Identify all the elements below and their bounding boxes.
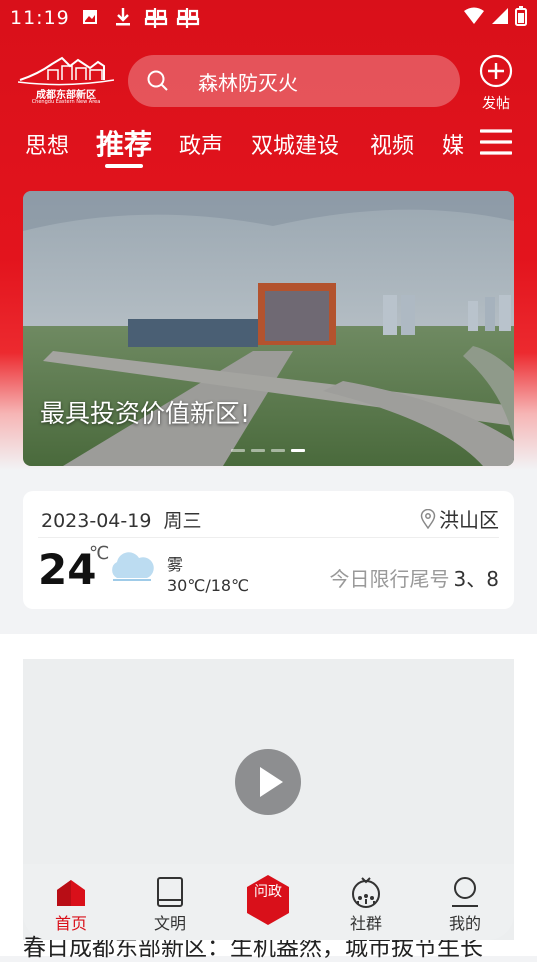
download-icon: [116, 8, 130, 26]
weather-date: 2023-04-19: [41, 510, 152, 532]
weather-temperature: 24: [38, 545, 97, 594]
wifi-icon: [464, 7, 484, 24]
battery-icon: [515, 6, 527, 26]
carousel-dot: [231, 449, 245, 452]
community-icon: [352, 877, 380, 908]
signal-icon: [492, 8, 508, 24]
nav-wenzheng[interactable]: 问政: [246, 874, 290, 926]
bottom-navigation: 首页 文明 问政 社群 我的: [23, 864, 514, 940]
location-pin-icon: [420, 508, 436, 529]
app-logo[interactable]: 成都东部新区 Chengdu Eastern New Area: [17, 54, 115, 108]
banner-carousel[interactable]: 最具投资价值新区!: [23, 191, 514, 466]
weather-condition: 雾: [167, 555, 184, 574]
traffic-limit-label: 今日限行尾号: [329, 567, 450, 591]
status-bar: 11:19: [0, 0, 537, 36]
nav-home-label: 首页: [54, 914, 87, 933]
tab-zhengsheng[interactable]: 政声: [179, 128, 223, 160]
wenzheng-shield-icon: [247, 875, 289, 925]
traffic-limit: 今日限行尾号 3、8: [330, 563, 499, 592]
logo-mark-icon: [17, 56, 115, 86]
nav-shequn-label: 社群: [349, 914, 382, 933]
carousel-dot: [271, 449, 285, 452]
weather-range: 30℃/18℃: [167, 576, 250, 595]
weather-location[interactable]: 洪山区: [420, 504, 499, 533]
nav-home[interactable]: 首页: [41, 876, 101, 934]
channel-tabs: 思想 推荐 政声 双城建设 视频 媒: [0, 118, 537, 170]
tab-mei[interactable]: 媒: [442, 128, 464, 160]
cloud-icon: [112, 552, 154, 581]
carousel-dot-active: [291, 449, 305, 452]
play-button[interactable]: [235, 749, 301, 815]
nav-wenming[interactable]: 文明: [140, 876, 200, 934]
plus-circle-icon: [479, 54, 513, 88]
banner-title: 最具投资价值新区!: [40, 399, 251, 428]
status-time: 11:19: [10, 7, 70, 29]
photo-icon: [83, 10, 97, 24]
weather-weekday: 周三: [163, 510, 202, 532]
tab-shipin[interactable]: 视频: [370, 128, 414, 160]
post-label: 发帖: [482, 96, 510, 112]
weather-card[interactable]: 2023-04-19 周三 洪山区 24 ℃ 雾 30℃/18℃ 今日限行尾号 3…: [23, 491, 514, 609]
tab-tuijian[interactable]: 推荐: [96, 123, 152, 163]
logo-subtext: Chengdu Eastern New Area: [31, 99, 101, 105]
nav-mine[interactable]: 我的: [435, 876, 495, 934]
carousel-dot: [251, 449, 265, 452]
menu-icon[interactable]: [480, 128, 512, 156]
bug-icon: [144, 8, 168, 28]
weather-date-row: 2023-04-19 周三: [41, 506, 202, 533]
search-bar[interactable]: 森林防灭火: [128, 55, 460, 107]
home-icon: [57, 880, 85, 906]
weather-divider: [38, 537, 499, 538]
carousel-indicator: [231, 449, 305, 452]
search-input-text: 森林防灭火: [198, 70, 298, 95]
nav-shequn[interactable]: 社群: [336, 876, 396, 934]
nav-wenzheng-label: 问政: [254, 884, 282, 900]
tab-sixiang[interactable]: 思想: [25, 128, 69, 160]
active-tab-indicator: [105, 164, 143, 168]
traffic-limit-numbers: 3、8: [453, 567, 499, 591]
post-button[interactable]: 发帖: [475, 54, 517, 112]
nav-mine-label: 我的: [448, 914, 481, 933]
nav-wenming-label: 文明: [153, 914, 186, 933]
bug-icon: [176, 8, 200, 28]
tab-shuangcheng[interactable]: 双城建设: [251, 128, 339, 160]
search-icon: [147, 70, 168, 91]
user-icon: [452, 877, 478, 907]
play-icon: [260, 767, 283, 797]
weather-location-label: 洪山区: [439, 508, 499, 532]
book-icon: [157, 877, 183, 907]
